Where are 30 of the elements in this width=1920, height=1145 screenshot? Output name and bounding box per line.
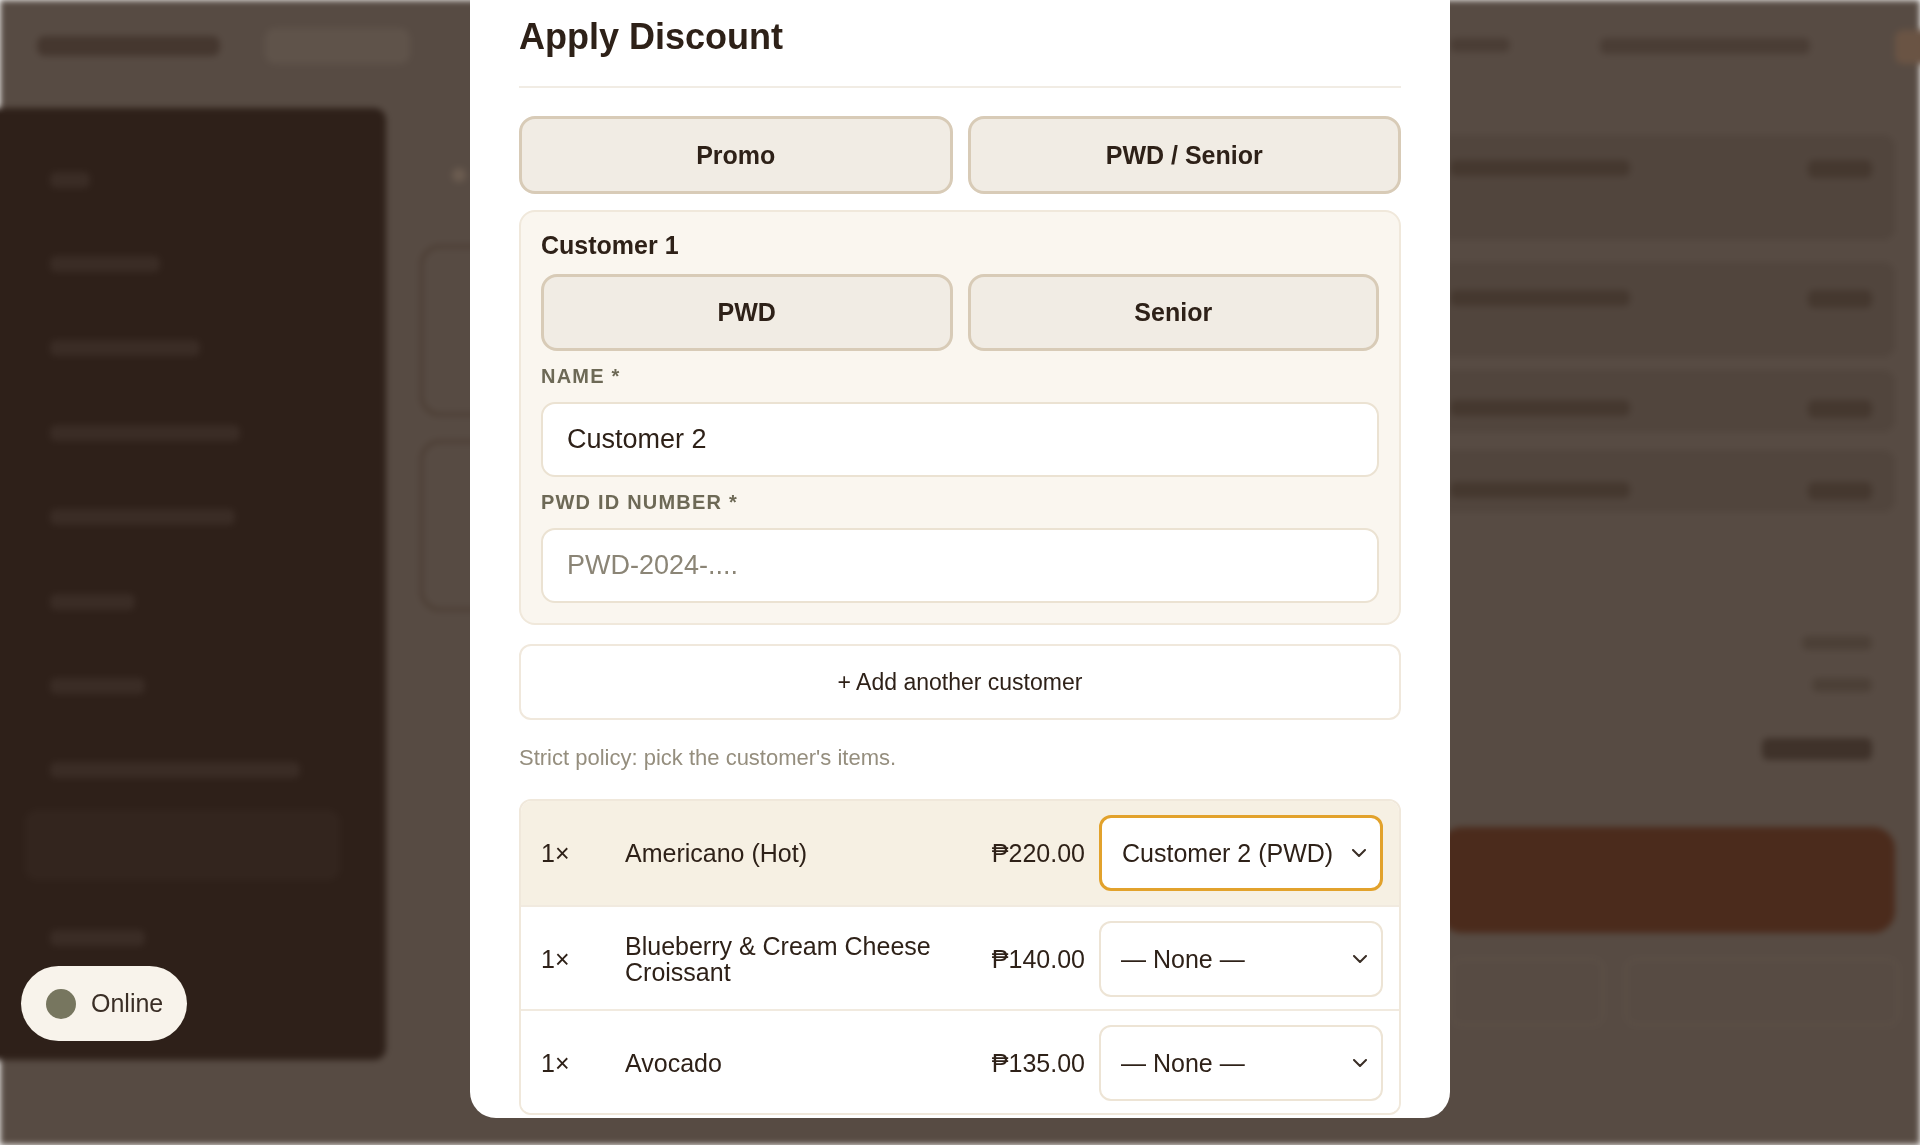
item-quantity: 1×: [541, 840, 570, 866]
customer-heading: Customer 1: [541, 230, 679, 260]
item-row[interactable]: 1× Avocado ₱135.00 — None —: [521, 1009, 1399, 1113]
customer-type-button[interactable]: Senior: [967, 274, 1379, 351]
chevron-down-icon: [1353, 1059, 1367, 1067]
item-name: Americano (Hot): [625, 840, 807, 866]
item-price: ₱140.00: [991, 946, 1085, 972]
item-row[interactable]: 1× Americano (Hot) ₱220.00 Customer 2 (PWD): [521, 801, 1399, 905]
add-customer-button[interactable]: + Add another customer: [519, 644, 1401, 720]
field-label: NAME *: [541, 364, 621, 388]
item-quantity: 1×: [541, 946, 570, 972]
assignee-dropdown[interactable]: — None —: [1099, 1025, 1383, 1101]
name-input[interactable]: Customer 2: [541, 402, 1379, 477]
dialog-title: Apply Discount: [519, 15, 783, 59]
discount-type-tab[interactable]: PWD / Senior: [967, 116, 1401, 194]
assignee-dropdown[interactable]: Customer 2 (PWD): [1099, 815, 1383, 891]
field-label: PWD ID NUMBER *: [541, 490, 738, 514]
chevron-down-icon: [1353, 955, 1367, 963]
item-price: ₱135.00: [991, 1050, 1085, 1076]
assignee-dropdown[interactable]: — None —: [1099, 921, 1383, 997]
item-quantity: 1×: [541, 1050, 570, 1076]
status-label: Online: [91, 989, 164, 1018]
item-name: Avocado: [625, 1050, 722, 1076]
item-price: ₱220.00: [991, 840, 1085, 866]
policy-note: Strict policy: pick the customer's items.: [519, 744, 897, 772]
chevron-down-icon: [1352, 849, 1366, 857]
id-number-input[interactable]: PWD-2024-....: [541, 528, 1379, 603]
item-name: Blueberry & Cream Cheese Croissant: [625, 933, 932, 985]
discount-type-tab[interactable]: Promo: [519, 116, 953, 194]
customer-type-button[interactable]: PWD: [541, 274, 953, 351]
